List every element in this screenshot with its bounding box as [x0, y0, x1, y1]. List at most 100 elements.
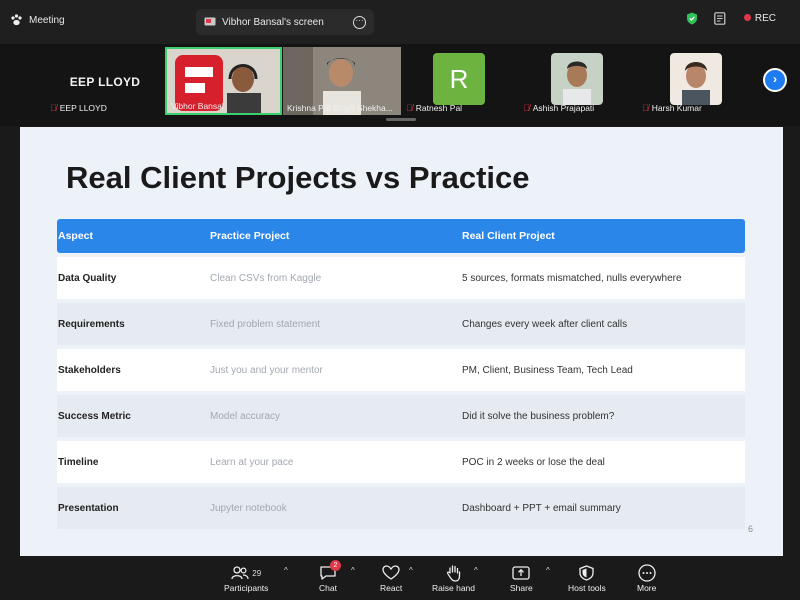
- participant-label: 🎙̸ Ratnesh Pal: [406, 103, 462, 113]
- slide-page-number: 6: [747, 524, 753, 534]
- recording-indicator: REC: [743, 13, 776, 24]
- raise-hand-label: Raise hand: [432, 583, 476, 593]
- header-practice-project: Practice Project: [210, 230, 290, 242]
- chevron-right-icon: ›: [773, 72, 777, 86]
- host-tools-shield-icon: [579, 565, 595, 581]
- participants-label: Participants: [224, 583, 269, 593]
- participant-tile-ashish-prajapati[interactable]: 🎙̸ Ashish Prajapati: [519, 47, 637, 115]
- table-row: Data Quality Clean CSVs from Kaggle 5 so…: [57, 257, 745, 299]
- table-row: Presentation Jupyter notebook Dashboard …: [57, 487, 745, 529]
- row-real: Changes every week after client calls: [462, 318, 628, 330]
- row-practice: Just you and your mentor: [210, 364, 323, 376]
- participant-tile-harsh-kumar[interactable]: 🎙̸ Harsh Kumar: [638, 47, 756, 115]
- share-label: Share: [510, 583, 533, 593]
- table-row: Success Metric Model accuracy Did it sol…: [57, 395, 745, 437]
- meeting-label: Meeting: [29, 14, 65, 26]
- avatar: [670, 53, 722, 105]
- row-real: POC in 2 weeks or lose the deal: [462, 456, 605, 468]
- meeting-toolbar: 29 Participants ^ 2 Chat ^ React ^ Raise…: [0, 557, 800, 600]
- row-aspect: Stakeholders: [58, 364, 121, 376]
- chat-badge: 2: [330, 560, 341, 571]
- row-aspect: Success Metric: [58, 410, 131, 422]
- table-row: Stakeholders Just you and your mentor PM…: [57, 349, 745, 391]
- share-button[interactable]: Share: [510, 563, 533, 593]
- row-aspect: Requirements: [58, 318, 125, 330]
- participant-tile-krishna[interactable]: Krishna Pal Singh Shekha...: [283, 47, 401, 115]
- row-aspect: Timeline: [58, 456, 99, 468]
- meeting-menu[interactable]: Meeting: [10, 14, 65, 26]
- more-button[interactable]: More: [637, 563, 656, 593]
- screen-share-tab[interactable]: Vibhor Bansal's screen ···: [196, 9, 374, 35]
- host-tools-button[interactable]: Host tools: [568, 563, 606, 593]
- screen-share-icon: [204, 17, 216, 25]
- participant-name: Krishna Pal Singh Shekha...: [287, 103, 393, 113]
- row-practice: Learn at your pace: [210, 456, 294, 468]
- raise-hand-caret-icon[interactable]: ^: [474, 566, 478, 575]
- rec-label: REC: [754, 13, 776, 24]
- chat-caret-icon[interactable]: ^: [351, 566, 355, 575]
- top-bar: Meeting Vibhor Bansal's screen ··· REC: [0, 0, 800, 44]
- row-practice: Jupyter notebook: [210, 502, 287, 514]
- participant-name: Ashish Prajapati: [532, 103, 595, 113]
- paw-icon: [11, 14, 22, 26]
- header-real-client-project: Real Client Project: [462, 230, 555, 242]
- hand-icon: [446, 565, 460, 582]
- row-practice: Fixed problem statement: [210, 318, 321, 330]
- participant-tile-eep-lloyd[interactable]: EEP LLOYD 🎙̸ EEP LLOYD: [46, 47, 164, 115]
- more-label: More: [637, 583, 657, 593]
- next-participants-button[interactable]: ›: [763, 68, 787, 92]
- react-caret-icon[interactable]: ^: [409, 566, 413, 575]
- participant-tile-vibhor-bansal[interactable]: Vibhor Bansal: [165, 47, 282, 115]
- participant-tile-ratnesh-pal[interactable]: R 🎙̸ Ratnesh Pal: [402, 47, 518, 115]
- participant-label: 🎙̸ Harsh Kumar: [642, 103, 702, 113]
- mic-muted-icon: 🎙̸: [523, 103, 530, 113]
- row-practice: Model accuracy: [210, 410, 281, 422]
- host-tools-label: Host tools: [568, 583, 606, 593]
- react-button[interactable]: React: [380, 563, 402, 593]
- participants-icon: [231, 566, 249, 580]
- row-real: 5 sources, formats mismatched, nulls eve…: [462, 272, 682, 284]
- participant-label: Krishna Pal Singh Shekha...: [287, 103, 393, 113]
- participants-button[interactable]: 29 Participants: [224, 563, 268, 593]
- shared-screen-slide: Real Client Projects vs Practice Aspect …: [20, 127, 783, 556]
- participant-label: 🎙̸ Ashish Prajapati: [523, 103, 594, 113]
- shield-icon[interactable]: [686, 12, 698, 25]
- notes-icon[interactable]: [714, 12, 728, 25]
- row-aspect: Data Quality: [58, 272, 117, 284]
- more-icon: [638, 564, 656, 582]
- row-practice: Clean CSVs from Kaggle: [210, 272, 322, 284]
- row-aspect: Presentation: [58, 502, 119, 514]
- participant-name: Harsh Kumar: [651, 103, 702, 113]
- row-real: Did it solve the business problem?: [462, 410, 615, 422]
- screen-share-label: Vibhor Bansal's screen: [222, 16, 324, 28]
- more-options-icon[interactable]: ···: [353, 15, 366, 29]
- strip-scroll-indicator[interactable]: [386, 118, 416, 121]
- row-real: Dashboard + PPT + email summary: [462, 502, 621, 514]
- participants-caret-icon[interactable]: ^: [284, 566, 288, 575]
- mic-muted-icon: 🎙̸: [642, 103, 649, 113]
- mic-muted-icon: 🎙̸: [50, 103, 57, 113]
- participant-label: Vibhor Bansal: [171, 101, 224, 111]
- share-screen-icon: [512, 565, 530, 580]
- raise-hand-button[interactable]: Raise hand: [432, 563, 475, 593]
- header-aspect: Aspect: [58, 230, 94, 242]
- participants-count: 29: [252, 568, 262, 578]
- table-row: Timeline Learn at your pace POC in 2 wee…: [57, 441, 745, 483]
- slide-title: Real Client Projects vs Practice: [66, 160, 530, 195]
- participant-name: Vibhor Bansal: [171, 101, 224, 111]
- table-row: Requirements Fixed problem statement Cha…: [57, 303, 745, 345]
- heart-icon: [382, 565, 400, 580]
- avatar: R: [433, 53, 485, 105]
- rec-dot-icon: [743, 14, 751, 21]
- participant-label: 🎙̸ EEP LLOYD: [50, 103, 107, 113]
- participant-name: EEP LLOYD: [59, 103, 107, 113]
- comparison-table: Aspect Practice Project Real Client Proj…: [57, 219, 745, 529]
- participant-name-display: EEP LLOYD: [69, 75, 141, 89]
- share-caret-icon[interactable]: ^: [546, 566, 550, 575]
- chat-button[interactable]: 2 Chat: [319, 560, 341, 593]
- participant-strip: EEP LLOYD 🎙̸ EEP LLOYD Vibhor Bansal Kri…: [0, 44, 800, 126]
- mic-muted-icon: 🎙̸: [406, 103, 413, 113]
- react-label: React: [380, 583, 403, 593]
- chat-label: Chat: [319, 583, 337, 593]
- row-real: PM, Client, Business Team, Tech Lead: [462, 364, 633, 376]
